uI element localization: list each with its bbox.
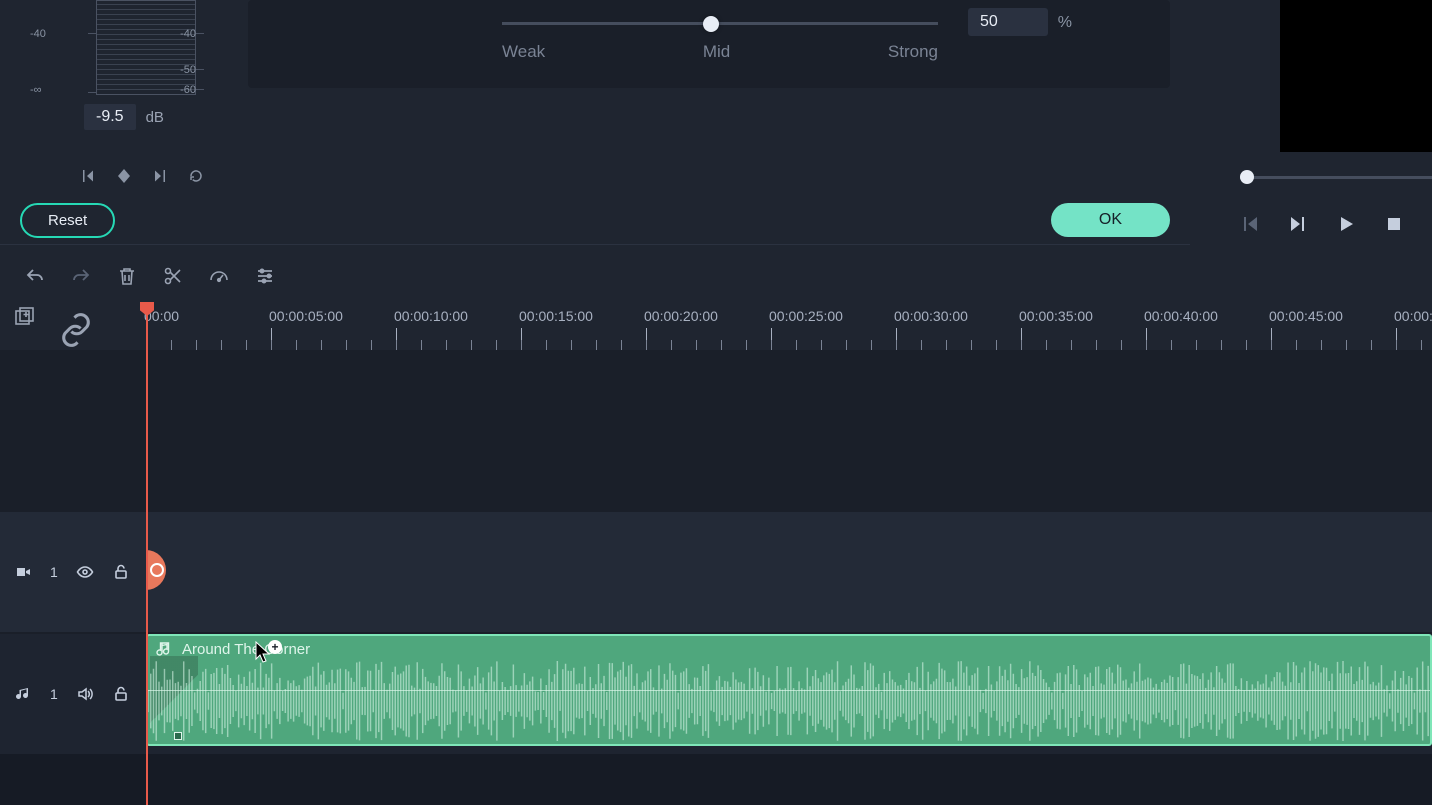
add-media-icon[interactable] [14,306,36,328]
timeline-ruler[interactable]: 00:0000:00:05:0000:00:10:0000:00:15:0000… [146,302,1432,350]
add-keyframe-icon[interactable] [116,168,132,184]
lock-icon[interactable] [112,685,130,703]
reset-button[interactable]: Reset [20,203,115,238]
speaker-icon[interactable] [76,685,94,703]
db-value-input[interactable]: -9.5 [84,104,136,130]
step-back-icon[interactable] [1240,214,1260,234]
ok-button[interactable]: OK [1051,203,1170,237]
video-track-header: 1 [0,512,146,632]
video-track-icon [14,563,32,581]
ruler-ticks [146,328,1432,350]
audio-waveform [148,660,1430,742]
ruler-label: 00:00:05:00 [269,308,343,324]
speed-icon[interactable] [208,265,230,287]
lock-icon[interactable] [112,563,130,581]
playhead[interactable] [146,302,148,805]
db-unit-label: dB [146,109,164,126]
db-readout: -9.5 dB [84,104,164,130]
step-forward-icon[interactable] [1288,214,1308,234]
eye-icon[interactable] [76,563,94,581]
timeline-link-toggle [56,310,96,340]
timeline-toolbar [0,252,1432,300]
audio-track-header: 1 [0,634,146,754]
preview-pane [1280,0,1432,152]
play-icon[interactable] [1336,214,1356,234]
video-track-content[interactable] [146,512,1432,632]
audio-clip[interactable]: Around The Corner [146,634,1432,746]
audio-track: 1 Around The Corner [0,634,1432,754]
strength-label-weak: Weak [502,42,545,62]
next-keyframe-icon[interactable] [152,168,168,184]
top-area: -40 -∞ -40 -50 -60 -9.5 dB Weak Mid [0,0,1432,194]
meter-tick-right-50: -50 [180,64,196,76]
strength-slider-thumb[interactable] [703,16,719,32]
audio-clip-name: Around The Corner [182,641,310,658]
stop-icon[interactable] [1384,214,1404,234]
ruler-label: 00:00:10:00 [394,308,468,324]
video-track-index: 1 [50,564,58,580]
meter-tick-left-inf: -∞ [30,84,42,96]
audio-track-content[interactable]: Around The Corner [146,634,1432,754]
strength-labels: Weak Mid Strong [502,42,938,62]
ruler-label: 00:00:40:00 [1144,308,1218,324]
db-meter-scale: -40 -∞ -40 -50 -60 [30,0,196,96]
undo-icon[interactable] [24,265,46,287]
keyframe-nav [80,168,204,184]
timeline-body: 1 1 Around The Corner [0,350,1432,805]
ruler-label: 00:00:50:00 [1394,308,1432,324]
timeline-spacer-bottom [0,754,1432,805]
meter-tick-right-40: -40 [180,28,196,40]
ruler-labels: 00:0000:00:05:0000:00:10:0000:00:15:0000… [146,308,1432,326]
preview-scrubber[interactable] [1222,168,1432,186]
ruler-label: 00:00:25:00 [769,308,843,324]
timeline-gutter-quick [0,306,48,346]
redo-icon[interactable] [70,265,92,287]
transport-controls [1212,204,1432,244]
ruler-label: 00:00:45:00 [1269,308,1343,324]
db-meter: -40 -∞ -40 -50 -60 -9.5 dB [0,0,248,194]
strength-label-mid: Mid [703,42,730,62]
panel-button-bar: Reset OK [0,196,1190,244]
split-icon[interactable] [162,265,184,287]
prev-keyframe-icon[interactable] [80,168,96,184]
ruler-label: 00:00:15:00 [519,308,593,324]
strength-panel: Weak Mid Strong 50 % [248,0,1170,88]
adjust-icon[interactable] [254,265,276,287]
meter-tick-left-40: -40 [30,28,46,40]
strength-unit-label: % [1058,14,1072,32]
ruler-label: 00:00:20:00 [644,308,718,324]
db-meter-ruler [96,0,196,95]
delete-icon[interactable] [116,265,138,287]
timeline-spacer-top [0,350,1432,512]
ruler-label: 00:00:30:00 [894,308,968,324]
strength-value-input[interactable]: 50 [968,8,1048,36]
strength-label-strong: Strong [888,42,938,62]
video-track: 1 [0,512,1432,632]
preview-scrubber-thumb[interactable] [1240,170,1254,184]
music-track-icon [14,685,32,703]
panel-divider [0,244,1190,245]
strength-slider-track[interactable] [502,22,938,25]
ruler-label: 00:00:35:00 [1019,308,1093,324]
reset-keyframes-icon[interactable] [188,168,204,184]
meter-tick-right-60: -60 [180,84,196,96]
audio-track-index: 1 [50,686,58,702]
